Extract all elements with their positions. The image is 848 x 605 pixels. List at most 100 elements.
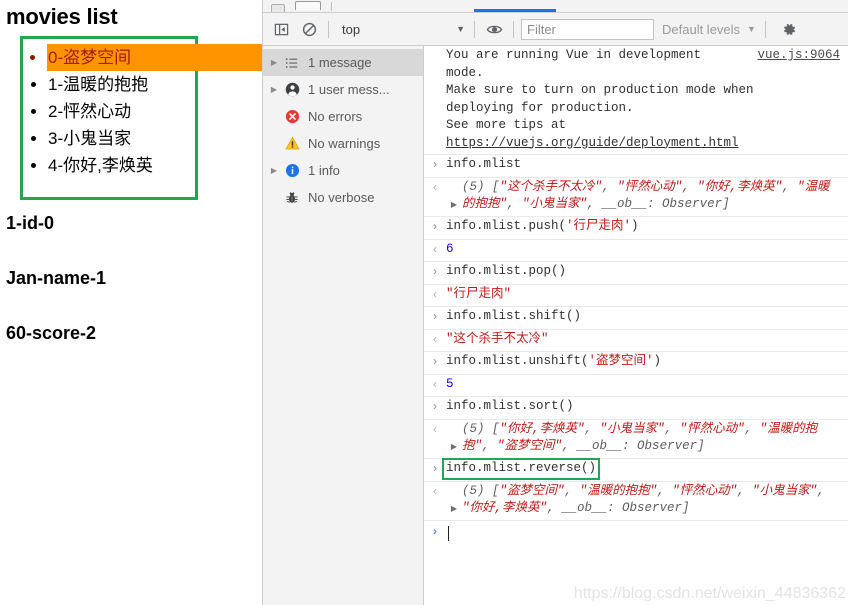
chevron-down-icon: ▼ — [456, 24, 465, 34]
chevron-down-icon: ▼ — [747, 24, 756, 34]
console-output-body: "这个杀手不太冷" — [446, 331, 844, 350]
bug-icon — [281, 191, 303, 205]
console-input-row: › info.mlist.sort() — [424, 397, 848, 420]
console-output-row: ‹ ▶ (5) ["这个杀手不太冷", "怦然心动", "你好,李焕英", "温… — [424, 178, 848, 217]
console-output-row: ‹ 5 — [424, 375, 848, 397]
console-output-value: 5 — [446, 376, 454, 391]
console-input-expression[interactable]: info.mlist.sort() — [446, 398, 844, 417]
input-marker-icon: › — [431, 310, 439, 324]
console-output-value: 6 — [446, 241, 454, 256]
console-output-value: (5) ["这个杀手不太冷", "怦然心动", "你好,李焕英", "温暖的抱抱… — [462, 179, 830, 212]
log-levels-label: Default levels — [662, 21, 741, 37]
eye-icon[interactable] — [480, 15, 508, 43]
movies-list: 0-盗梦空间1-温暖的抱抱2-怦然心动3-小鬼当家4-你好,李焕英 — [22, 44, 262, 179]
sidebar-item-no-errors[interactable]: ▶ No errors — [263, 103, 423, 130]
prompt-caret-icon: › — [431, 525, 439, 539]
disclosure-triangle-icon[interactable]: ▶ — [267, 85, 281, 94]
person-icon — [281, 82, 303, 97]
source-link[interactable]: vue.js:9064 — [757, 47, 840, 65]
expand-array-triangle-icon[interactable]: ▶ — [446, 179, 462, 215]
movie-list-item[interactable]: 4-你好,李焕英 — [48, 152, 262, 179]
output-marker-icon: ‹ — [431, 287, 439, 302]
info-line-name: Jan-name-1 — [6, 268, 107, 288]
input-marker-icon: › — [431, 400, 439, 414]
console-output-body: 6 — [446, 241, 844, 260]
info-line-id: 1-id-0 — [6, 213, 55, 233]
console-sidebar: ▶ 1 message▶ 1 user mess...▶ No errors▶ … — [263, 46, 424, 605]
sidebar-item-label: 1 info — [308, 163, 340, 178]
sidebar-item-no-warnings[interactable]: ▶ No warnings — [263, 130, 423, 157]
sidebar-item-label: 1 user mess... — [308, 82, 390, 97]
output-marker-icon: ‹ — [431, 242, 439, 257]
sidebar-item-1-message[interactable]: ▶ 1 message — [263, 49, 423, 76]
sidebar-toggle-icon[interactable] — [267, 15, 295, 43]
console-input-row: › info.mlist.reverse() — [424, 458, 848, 482]
active-tab-underline — [474, 9, 556, 12]
console-input-expression[interactable]: info.mlist.reverse() — [441, 458, 844, 480]
console-output-body: ▶ (5) ["盗梦空间", "温暖的抱抱", "怦然心动", "小鬼当家", … — [446, 483, 844, 519]
clear-console-icon[interactable] — [295, 15, 323, 43]
sidebar-item-label: No warnings — [308, 136, 381, 151]
output-marker-icon: ‹ — [431, 332, 439, 347]
output-marker-icon: ‹ — [431, 180, 439, 195]
console-output-row: ‹ ▶ (5) ["盗梦空间", "温暖的抱抱", "怦然心动", "小鬼当家"… — [424, 482, 848, 521]
console-output-row: ‹ 6 — [424, 240, 848, 262]
expand-array-triangle-icon[interactable]: ▶ — [446, 421, 462, 457]
console-prompt-input[interactable] — [446, 525, 848, 543]
tab-partial-1[interactable] — [271, 4, 285, 12]
console-input-expression[interactable]: info.mlist — [446, 156, 844, 175]
watermark: https://blog.csdn.net/weixin_44836362 — [573, 585, 846, 602]
movie-list-item[interactable]: 0-盗梦空间 — [47, 44, 262, 71]
page-title: movies list — [6, 4, 118, 29]
console-input-expression[interactable]: info.mlist.push('行尸走肉') — [446, 218, 844, 237]
console-output-value: (5) ["盗梦空间", "温暖的抱抱", "怦然心动", "小鬼当家", "你… — [462, 483, 833, 516]
toolbar-divider-1 — [328, 20, 329, 38]
output-marker-icon: ‹ — [431, 422, 439, 437]
movie-list-item[interactable]: 1-温暖的抱抱 — [48, 71, 262, 98]
console-input-row: › info.mlist.unshift('盗梦空间') — [424, 352, 848, 375]
input-marker-icon: › — [431, 355, 439, 369]
vue-warning-text: vue.js:9064 You are running Vue in develo… — [446, 47, 840, 150]
devtools-panel: top ▼ Default levels ▼ — [262, 0, 848, 605]
sidebar-item-label: 1 message — [308, 55, 372, 70]
console-input-row: › info.mlist.pop() — [424, 262, 848, 285]
console-input-row: › info.mlist.shift() — [424, 307, 848, 330]
vue-deploy-link[interactable]: https://vuejs.org/guide/deployment.html — [446, 136, 739, 150]
info-line-score: 60-score-2 — [6, 323, 97, 343]
console-input-expression[interactable]: info.mlist.shift() — [446, 308, 844, 327]
log-levels-selector[interactable]: Default levels ▼ — [654, 17, 760, 41]
console-output-row: ‹ ▶ (5) ["你好,李焕英", "小鬼当家", "怦然心动", "温暖的抱… — [424, 420, 848, 459]
devtools-body: ▶ 1 message▶ 1 user mess...▶ No errors▶ … — [263, 46, 848, 605]
disclosure-triangle-icon[interactable]: ▶ — [267, 166, 281, 175]
sidebar-item-1-info[interactable]: ▶ 1 info — [263, 157, 423, 184]
input-marker-icon: › — [431, 462, 439, 476]
rendered-page-pane: movies list 0-盗梦空间1-温暖的抱抱2-怦然心动3-小鬼当家4-你… — [0, 0, 262, 605]
screenshot-root: movies list 0-盗梦空间1-温暖的抱抱2-怦然心动3-小鬼当家4-你… — [0, 0, 848, 605]
sidebar-item-no-verbose[interactable]: ▶ No verbose — [263, 184, 423, 211]
console-input-row: › info.mlist — [424, 155, 848, 178]
output-marker-icon: ‹ — [431, 377, 439, 392]
console-prompt-row[interactable]: › — [424, 521, 848, 543]
warning-icon — [281, 136, 303, 151]
console-output-value: "行尸走肉" — [446, 286, 512, 301]
toolbar-divider-4 — [764, 20, 766, 38]
console-output-body: ▶ (5) ["这个杀手不太冷", "怦然心动", "你好,李焕英", "温暖的… — [446, 179, 844, 215]
context-selector-label: top — [342, 21, 361, 37]
list-icon — [281, 56, 303, 70]
disclosure-triangle-icon[interactable]: ▶ — [267, 58, 281, 67]
toolbar-divider-2 — [474, 20, 475, 38]
message-gutter — [424, 47, 446, 152]
console-input-expression[interactable]: info.mlist.unshift('盗梦空间') — [446, 353, 844, 372]
movie-list-item[interactable]: 2-怦然心动 — [48, 98, 262, 125]
movie-list-item[interactable]: 3-小鬼当家 — [48, 125, 262, 152]
context-selector[interactable]: top ▼ — [334, 17, 469, 41]
console-input-expression[interactable]: info.mlist.pop() — [446, 263, 844, 282]
console-output-row: ‹ "这个杀手不太冷" — [424, 330, 848, 352]
tab-partial-2[interactable] — [295, 1, 321, 10]
expand-array-triangle-icon[interactable]: ▶ — [446, 483, 462, 519]
gear-icon[interactable] — [775, 15, 803, 43]
console-output-body: ▶ (5) ["你好,李焕英", "小鬼当家", "怦然心动", "温暖的抱抱"… — [446, 421, 844, 457]
filter-input[interactable] — [521, 18, 654, 40]
sidebar-item-1-user-mess[interactable]: ▶ 1 user mess... — [263, 76, 423, 103]
input-marker-icon: › — [431, 265, 439, 279]
